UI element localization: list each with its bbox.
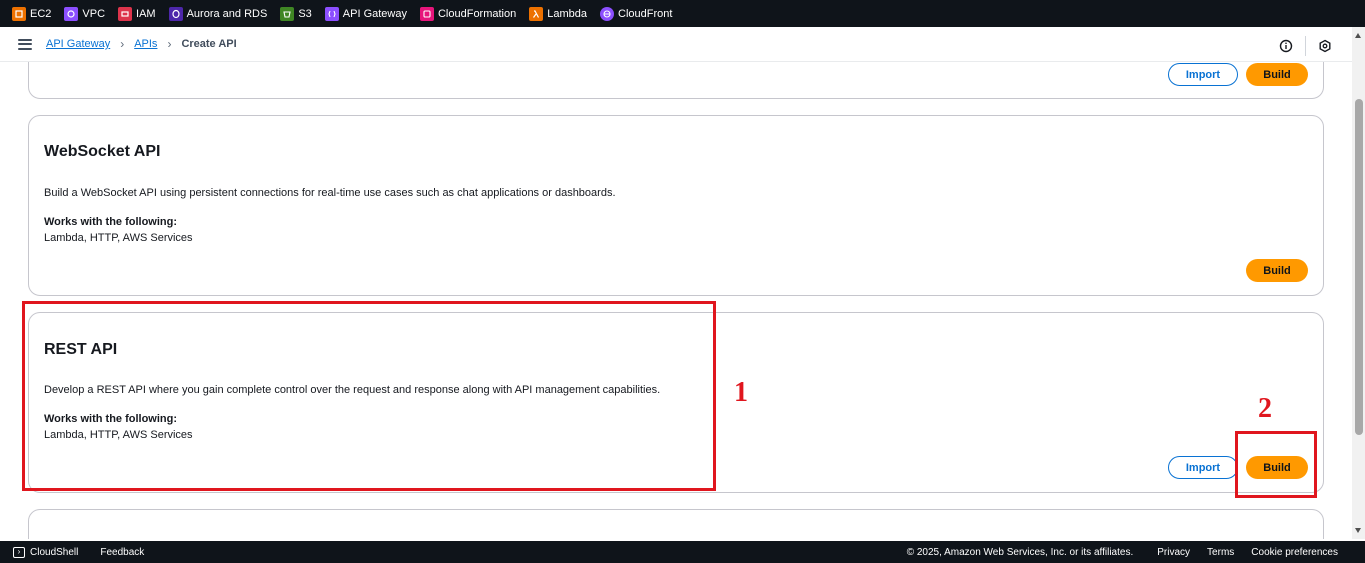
service-lambda[interactable]: Lambda [529, 6, 588, 21]
main-content: Import Build WebSocket API Build a WebSo… [0, 62, 1352, 539]
service-label: Lambda [547, 7, 588, 20]
terminal-icon: › [13, 546, 25, 558]
service-iam[interactable]: IAM [118, 6, 156, 21]
websocket-api-card: WebSocket API Build a WebSocket API usin… [28, 115, 1324, 296]
hamburger-menu-icon[interactable] [18, 38, 32, 50]
cloudshell-button[interactable]: › CloudShell [13, 546, 79, 558]
cloudformation-icon [419, 6, 434, 21]
websocket-api-description: Build a WebSocket API using persistent c… [44, 187, 616, 199]
rest-import-button[interactable]: Import [1168, 456, 1238, 479]
breadcrumb-apis[interactable]: APIs [134, 38, 157, 50]
websocket-api-title: WebSocket API [44, 143, 161, 160]
scroll-thumb[interactable] [1355, 99, 1363, 435]
service-label: VPC [82, 7, 106, 20]
rds-icon [168, 6, 183, 21]
api-gateway-icon [324, 6, 339, 21]
settings-gear-icon[interactable] [1318, 39, 1332, 53]
service-label: Aurora and RDS [186, 7, 268, 20]
service-ec2[interactable]: EC2 [12, 6, 52, 21]
http-api-card: Import Build [28, 62, 1324, 99]
terms-link[interactable]: Terms [1207, 547, 1234, 558]
service-label: CloudFront [618, 7, 673, 20]
footer-right: © 2025, Amazon Web Services, Inc. or its… [907, 547, 1338, 558]
service-aurora-rds[interactable]: Aurora and RDS [168, 6, 268, 21]
breadcrumb-bar: API Gateway › APIs › Create API [0, 27, 1352, 62]
info-icon[interactable] [1279, 39, 1293, 53]
copyright-text: © 2025, Amazon Web Services, Inc. or its… [906, 546, 1134, 558]
vpc-icon [64, 6, 79, 21]
breadcrumb-current: Create API [181, 38, 237, 50]
ec2-icon [12, 6, 26, 21]
services-bar: EC2 VPC IAM Aurora and RDS S3 API Gatewa… [0, 0, 1365, 27]
breadcrumb-api-gateway[interactable]: API Gateway [46, 38, 110, 50]
websocket-works-heading: Works with the following: [44, 216, 178, 228]
service-label: IAM [136, 7, 156, 20]
cloudfront-icon [600, 6, 615, 21]
websocket-works-value: Lambda, HTTP, AWS Services [44, 232, 193, 244]
service-label: API Gateway [342, 7, 407, 20]
service-label: S3 [298, 7, 312, 20]
annotation-number-two: 2 [1258, 393, 1272, 424]
scroll-down-arrow-icon[interactable] [1355, 528, 1361, 533]
breadcrumb: API Gateway › APIs › Create API [46, 37, 237, 51]
annotation-box-rest-api [22, 301, 716, 491]
s3-icon [280, 6, 295, 21]
page-scrollbar[interactable] [1352, 27, 1365, 539]
service-api-gateway[interactable]: API Gateway [324, 6, 407, 21]
header-divider [1305, 36, 1306, 56]
annotation-box-build [1235, 431, 1317, 498]
service-vpc[interactable]: VPC [64, 6, 106, 21]
scroll-up-arrow-icon[interactable] [1355, 33, 1361, 38]
service-cloudformation[interactable]: CloudFormation [419, 6, 517, 21]
lambda-icon [529, 6, 544, 21]
http-import-button[interactable]: Import [1168, 63, 1238, 86]
chevron-right-icon: › [167, 37, 172, 51]
console-footer: › CloudShell Feedback © 2025, Amazon Web… [0, 541, 1365, 563]
privacy-link[interactable]: Privacy [1157, 547, 1190, 558]
next-api-card [28, 509, 1324, 539]
http-build-button[interactable]: Build [1246, 63, 1308, 86]
chevron-right-icon: › [120, 37, 125, 51]
feedback-link[interactable]: Feedback [100, 547, 144, 558]
service-s3[interactable]: S3 [280, 6, 312, 21]
service-label: CloudFormation [437, 7, 517, 20]
cloudshell-label: CloudShell [30, 546, 79, 558]
annotation-number-one: 1 [734, 377, 748, 408]
service-cloudfront[interactable]: CloudFront [600, 6, 673, 21]
websocket-build-button[interactable]: Build [1246, 259, 1308, 282]
header-actions [1279, 36, 1332, 56]
cookie-preferences-link[interactable]: Cookie preferences [1251, 547, 1338, 558]
iam-icon [118, 6, 133, 21]
service-label: EC2 [30, 7, 52, 20]
